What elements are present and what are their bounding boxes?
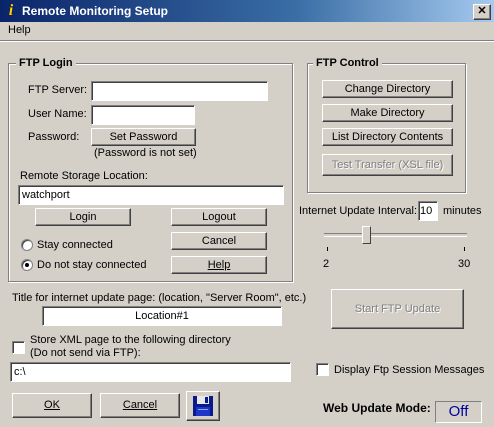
help-button[interactable]: Help [171,256,267,274]
ok-button[interactable]: OK [12,393,92,418]
ftp-control-title: FTP Control [313,57,382,69]
update-interval-input[interactable]: 10 [418,201,438,221]
cancel-button-label: Cancel [122,399,158,411]
store-xml-checkbox[interactable] [12,341,25,354]
display-ftp-messages-checkbox[interactable] [316,363,329,376]
slider-tick-max [464,247,465,251]
not-stay-connected-radio[interactable] [21,259,33,271]
cancel-login-button[interactable]: Cancel [171,232,267,250]
page-title-input[interactable]: Location#1 [42,306,282,326]
set-password-button[interactable]: Set Password [91,128,196,146]
storage-location-label: Remote Storage Location: [20,170,148,182]
password-label: Password: [28,131,80,143]
update-interval-label: Internet Update Interval: [299,205,418,217]
stay-connected-label: Stay connected [37,239,113,251]
menu-bar [0,22,494,40]
page-title-label: Title for internet update page: (locatio… [12,292,307,304]
login-button[interactable]: Login [35,208,131,226]
radio-selected-dot [25,263,29,267]
user-name-input[interactable] [91,105,195,125]
test-transfer-button[interactable]: Test Transfer (XSL file) [322,154,453,176]
user-name-label: User Name: [28,108,87,120]
slider-tick-min [327,247,328,251]
app-info-icon: i [8,2,14,19]
web-update-mode-label: Web Update Mode: [323,401,431,415]
window-title: Remote Monitoring Setup [22,4,168,18]
password-status: (Password is not set) [94,147,197,159]
cancel-button[interactable]: Cancel [100,393,180,418]
menu-item-help[interactable]: Help [8,24,31,36]
update-interval-slider-track[interactable] [324,233,467,237]
ftp-login-title: FTP Login [16,57,76,69]
update-interval-unit: minutes [443,205,482,217]
floppy-disk-icon [193,396,213,416]
storage-location-input[interactable]: watchport [18,185,284,205]
web-update-mode-status: Off [435,401,482,423]
close-button[interactable]: ✕ [473,4,491,20]
ftp-server-input[interactable] [91,81,268,101]
change-directory-button[interactable]: Change Directory [322,80,453,98]
update-interval-slider-thumb[interactable] [362,226,372,244]
display-ftp-messages-label: Display Ftp Session Messages [334,364,485,376]
logout-button[interactable]: Logout [171,208,267,226]
xml-directory-input[interactable]: c:\ [10,362,291,382]
menu-divider [0,40,494,42]
slider-max-label: 30 [458,258,471,270]
ok-button-label: OK [44,399,60,411]
help-button-label: Help [207,259,231,271]
store-xml-label-line2: (Do not send via FTP): [30,347,141,359]
list-directory-button[interactable]: List Directory Contents [322,128,453,146]
save-button[interactable] [186,391,220,421]
ftp-server-label: FTP Server: [28,84,88,96]
stay-connected-radio[interactable] [21,239,33,251]
make-directory-button[interactable]: Make Directory [322,104,453,122]
slider-min-label: 2 [323,258,330,270]
store-xml-label-line1: Store XML page to the following director… [30,334,231,346]
not-stay-connected-label: Do not stay connected [37,259,147,271]
start-ftp-update-button[interactable]: Start FTP Update [331,289,464,329]
